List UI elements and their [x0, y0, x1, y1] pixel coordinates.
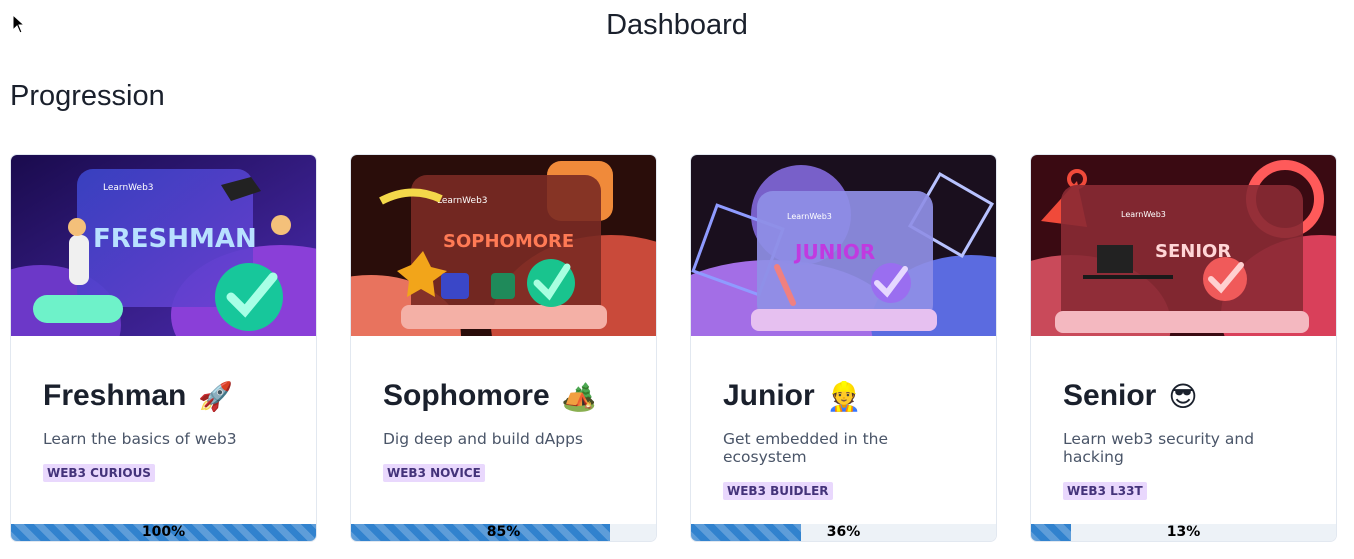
learnweb3-logo: LearnWeb3 — [103, 183, 154, 193]
cover-label: JUNIOR — [793, 240, 875, 264]
card-description: Dig deep and build dApps — [383, 430, 584, 448]
card-badge: WEB3 NOVICE — [383, 464, 485, 482]
progress-label: 13% — [1166, 524, 1201, 540]
card-title: Sophomore 🏕️ — [383, 379, 597, 413]
progress-bar: 100% — [11, 524, 316, 541]
learnweb3-logo: LearnWeb3 — [787, 212, 832, 221]
card-title: Senior 😎 — [1063, 379, 1198, 413]
card-title: Freshman 🚀 — [43, 379, 234, 413]
cover-label: SOPHOMORE — [443, 231, 574, 252]
progression-cards: LearnWeb3 FRESHMAN Freshman 🚀 Learn the b… — [10, 154, 1337, 542]
sophomore-cover-image: LearnWeb3 SOPHOMORE — [351, 155, 656, 336]
card-description: Learn web3 security and hacking — [1063, 430, 1255, 466]
progress-bar: 85% — [351, 524, 656, 541]
progress-label: 36% — [826, 524, 861, 540]
card-freshman[interactable]: LearnWeb3 FRESHMAN Freshman 🚀 Learn the b… — [10, 154, 317, 542]
cover-label: FRESHMAN — [93, 224, 257, 254]
card-junior[interactable]: LearnWeb3 JUNIOR Junior 👷 Get embedded in… — [690, 154, 997, 542]
learnweb3-logo: LearnWeb3 — [1121, 210, 1166, 219]
card-senior[interactable]: LearnWeb3 SENIOR Senior 😎 Learn web3 secu… — [1030, 154, 1337, 542]
junior-cover-image: LearnWeb3 JUNIOR — [691, 155, 996, 336]
progress-bar: 36% — [691, 524, 996, 541]
learnweb3-logo: LearnWeb3 — [437, 196, 488, 206]
progress-label: 85% — [486, 524, 521, 540]
progress-label: 100% — [141, 524, 186, 540]
page-title: Dashboard — [0, 6, 1354, 44]
camping-icon: 🏕️ — [561, 379, 597, 413]
sunglasses-face-icon: 😎 — [1168, 379, 1198, 413]
senior-cover-image: LearnWeb3 SENIOR — [1031, 155, 1336, 336]
construction-worker-icon: 👷 — [826, 379, 862, 413]
card-description: Get embedded in the ecosystem — [723, 430, 889, 466]
card-title: Junior 👷 — [723, 379, 862, 413]
card-description: Learn the basics of web3 — [43, 430, 237, 448]
card-sophomore[interactable]: LearnWeb3 SOPHOMORE Sophomore 🏕️ Dig deep… — [350, 154, 657, 542]
section-title-progression: Progression — [10, 80, 165, 112]
progress-bar: 13% — [1031, 524, 1336, 541]
freshman-cover-image: LearnWeb3 FRESHMAN — [11, 155, 316, 336]
card-badge: WEB3 CURIOUS — [43, 464, 155, 482]
rocket-icon: 🚀 — [198, 379, 234, 413]
card-badge: WEB3 BUIDLER — [723, 482, 833, 500]
card-badge: WEB3 L33T — [1063, 482, 1147, 500]
